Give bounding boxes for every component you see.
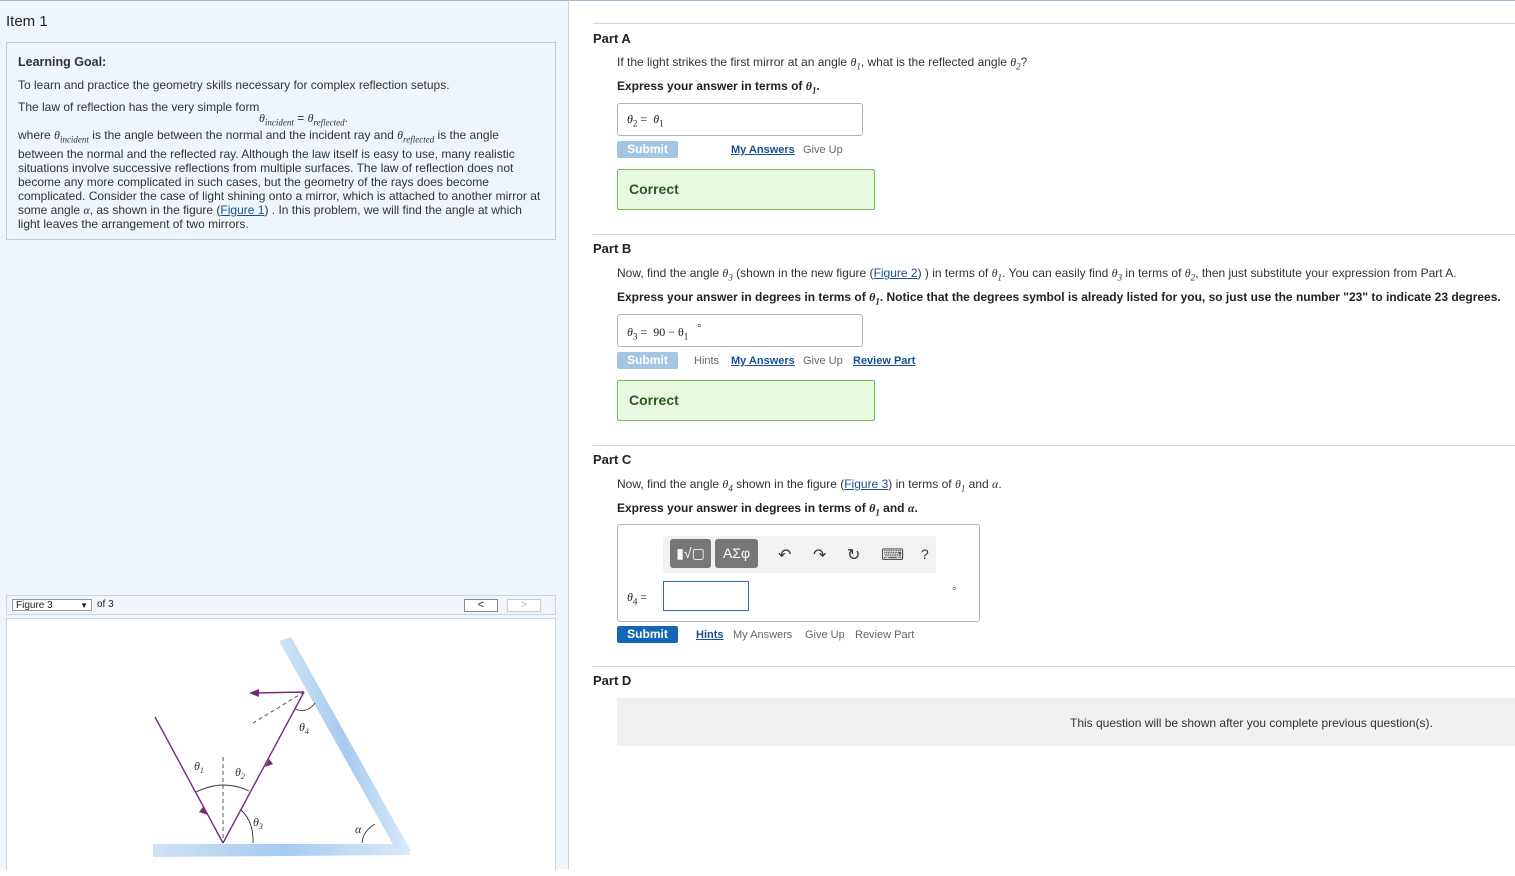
part-b-correct-feedback: Correct <box>617 380 875 421</box>
redo-icon[interactable]: ↷ <box>813 545 826 565</box>
bottom-mirror <box>153 844 411 857</box>
part-b-instructions: Express your answer in degrees in terms … <box>617 290 1501 307</box>
part-c-my-answers-link[interactable]: My Answers <box>733 629 792 641</box>
figure-area: θ1 θ2 θ3 θ4 α <box>6 618 556 870</box>
theta4-answer-input[interactable] <box>663 581 749 611</box>
part-b-submit-button[interactable]: Submit <box>617 352 678 369</box>
part-c-submit-button[interactable]: Submit <box>617 626 678 643</box>
part-a-title: Part A <box>593 31 631 46</box>
prev-figure-button[interactable]: < <box>464 599 498 612</box>
part-b-hints-link[interactable]: Hints <box>694 355 719 367</box>
templates-button[interactable]: ▮√▢ <box>670 539 711 568</box>
alpha-label: α <box>355 822 362 836</box>
part-b-divider <box>593 234 1515 235</box>
part-c-math-editor: ▮√▢ ΑΣφ ↶ ↷ ↻ ⌨ ? θ4 = ° <box>617 524 980 622</box>
part-a-my-answers-link[interactable]: My Answers <box>731 144 795 156</box>
theta3-label: θ3 <box>253 815 263 831</box>
theta4-answer-label: θ4 = <box>627 590 648 607</box>
reset-icon[interactable]: ↻ <box>847 545 860 565</box>
part-b-title: Part B <box>593 241 632 256</box>
part-d-locked-box: This question will be shown after you co… <box>617 698 1515 746</box>
help-icon[interactable]: ? <box>921 546 929 562</box>
figure-1-link[interactable]: Figure 1 <box>220 203 264 217</box>
reflection-figure: θ1 θ2 θ3 θ4 α <box>153 637 411 857</box>
part-d-locked-message: This question will be shown after you co… <box>1070 716 1433 730</box>
part-a-correct-feedback: Correct <box>617 169 875 210</box>
keyboard-icon[interactable]: ⌨ <box>881 545 904 565</box>
symbols-button[interactable]: ΑΣφ <box>715 539 758 568</box>
part-a-answer: θ2 = θ1 <box>617 103 863 136</box>
part-a-submit-button[interactable]: Submit <box>617 141 678 158</box>
part-c-question: Now, find the angle θ4 shown in the figu… <box>617 477 1002 494</box>
part-c-instructions: Express your answer in degrees in terms … <box>617 501 918 518</box>
theta2-label: θ2 <box>235 765 245 781</box>
part-b-give-up-link[interactable]: Give Up <box>803 355 843 367</box>
theta4-label: θ4 <box>299 720 309 736</box>
math-toolbar: ▮√▢ ΑΣφ ↶ ↷ ↻ ⌨ ? <box>663 536 936 573</box>
figure-count: of 3 <box>97 599 114 610</box>
figure-3-link[interactable]: Figure 3 <box>844 477 888 491</box>
incident-ray <box>154 716 224 844</box>
part-b-my-answers-link[interactable]: My Answers <box>731 355 795 367</box>
part-a-give-up-link[interactable]: Give Up <box>803 144 843 156</box>
part-c-give-up-link[interactable]: Give Up <box>805 629 845 641</box>
part-b-answer: θ3 = 90 − θ1 ° <box>617 314 863 347</box>
part-c-divider <box>593 445 1515 446</box>
figure-nav-bar: Figure 3 ▼ of 3 < > <box>6 595 556 615</box>
part-a-divider <box>593 23 1515 24</box>
degree-symbol: ° <box>952 586 957 598</box>
part-b-review-part-link[interactable]: Review Part <box>853 355 915 367</box>
part-c-title: Part C <box>593 452 632 467</box>
figure-2-link[interactable]: Figure 2 <box>874 266 918 280</box>
learning-goal-box: Learning Goal: To learn and practice the… <box>6 42 556 240</box>
part-c-hints-link[interactable]: Hints <box>696 629 724 641</box>
part-b-question: Now, find the angle θ3 (shown in the new… <box>617 266 1457 283</box>
undo-icon[interactable]: ↶ <box>778 545 791 565</box>
figure-select[interactable]: Figure 3 ▼ <box>12 599 92 611</box>
part-d-title: Part D <box>593 673 632 688</box>
learning-goal-intro: To learn and practice the geometry skill… <box>18 78 450 92</box>
theta1-label: θ1 <box>194 759 204 775</box>
left-panel: Item 1 Learning Goal: To learn and pract… <box>0 0 569 870</box>
item-title: Item 1 <box>6 13 48 30</box>
part-d-divider <box>593 666 1515 667</box>
part-c-review-part-link[interactable]: Review Part <box>855 629 914 641</box>
part-a-instructions: Express your answer in terms of θ1. <box>617 79 820 96</box>
learning-goal-heading: Learning Goal: <box>18 55 107 69</box>
chevron-down-icon: ▼ <box>80 601 88 610</box>
part-a-question: If the light strikes the first mirror at… <box>617 55 1028 72</box>
outgoing-ray <box>254 691 305 694</box>
law-explanation: where θincident is the angle between the… <box>18 128 541 231</box>
slanted-mirror <box>279 637 411 855</box>
next-figure-button[interactable]: > <box>507 599 541 612</box>
